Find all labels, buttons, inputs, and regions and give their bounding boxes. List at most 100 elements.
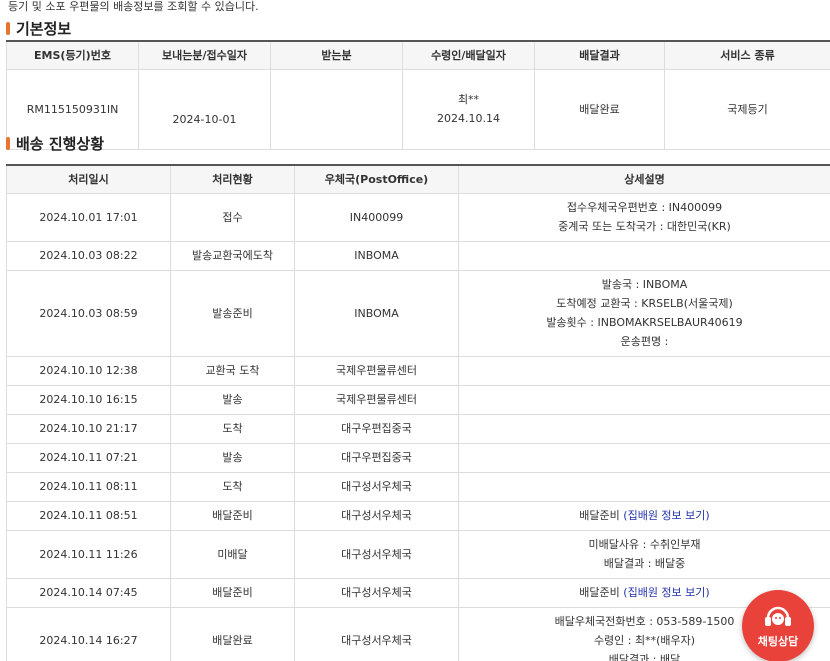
progress-title: 배송 진행상황 bbox=[6, 133, 104, 154]
datetime-cell: 2024.10.03 08:59 bbox=[6, 269, 171, 357]
progress-title-text: 배송 진행상황 bbox=[16, 135, 105, 153]
detail-line: 중계국 또는 도착국가 : 대한민국(KR) bbox=[558, 220, 731, 233]
table-row: 2024.10.01 17:01 접수 IN400099 접수우체국우편번호 : IN… bbox=[6, 192, 830, 242]
headset-icon bbox=[765, 606, 791, 626]
intro-text: 등기 및 소포 우편물의 배송정보를 조회할 수 있습니다. bbox=[8, 0, 259, 13]
title-bar-marker bbox=[6, 22, 10, 35]
detail-text: 배달준비 bbox=[579, 586, 620, 599]
table-row: 2024.10.03 08:22 발송교환국에도착 INBOMA bbox=[6, 240, 830, 271]
office-cell: 대구성서우체국 bbox=[294, 471, 459, 502]
header-service: 서비스 종류 bbox=[664, 40, 830, 70]
header-detail: 상세설명 bbox=[458, 164, 830, 194]
table-row: 2024.10.10 21:17 도착 대구우편집중국 bbox=[6, 413, 830, 444]
header-office: 우체국(PostOffice) bbox=[294, 164, 459, 194]
office-cell: 대구성서우체국 bbox=[294, 529, 459, 579]
chat-consult-button[interactable]: 채팅상담 bbox=[742, 590, 814, 661]
progress-table-body: 2024.10.01 17:01 접수 IN400099 접수우체국우편번호 : IN… bbox=[6, 192, 830, 661]
datetime-cell: 2024.10.11 11:26 bbox=[6, 529, 171, 579]
service-type: 국제등기 bbox=[664, 68, 830, 150]
detail-line: 배달결과 : 배달중 bbox=[603, 557, 686, 570]
office-cell: INBOMA bbox=[294, 240, 459, 271]
status-cell: 도착 bbox=[170, 413, 295, 444]
basic-info-table: EMS(등기)번호 보내는분/접수일자 받는분 수령인/배달일자 배달결과 서비… bbox=[6, 40, 830, 150]
carrier-info-link[interactable]: (집배원 정보 보기) bbox=[623, 586, 709, 599]
recipient-name: 최** bbox=[457, 93, 480, 106]
detail-line: 미배달사유 : 수취인부재 bbox=[588, 538, 701, 551]
detail-line: 접수우체국우편번호 : IN400099 bbox=[566, 201, 723, 214]
status-cell: 배달준비 bbox=[170, 500, 295, 531]
office-cell: 대구성서우체국 bbox=[294, 500, 459, 531]
detail-cell bbox=[458, 240, 830, 271]
datetime-cell: 2024.10.11 08:51 bbox=[6, 500, 171, 531]
status-cell: 발송 bbox=[170, 384, 295, 415]
basic-info-title-text: 기본정보 bbox=[16, 20, 72, 38]
header-datetime: 처리일시 bbox=[6, 164, 171, 194]
detail-cell bbox=[458, 384, 830, 415]
header-result: 배달결과 bbox=[534, 40, 665, 70]
status-cell: 도착 bbox=[170, 471, 295, 502]
office-cell: 대구성서우체국 bbox=[294, 577, 459, 608]
title-bar-marker bbox=[6, 137, 10, 150]
sender-date-cell: 2024-10-01 bbox=[138, 68, 271, 150]
header-recipient-date: 수령인/배달일자 bbox=[402, 40, 535, 70]
detail-cell: 배달준비 (집배원 정보 보기) bbox=[458, 500, 830, 531]
datetime-cell: 2024.10.11 08:11 bbox=[6, 471, 171, 502]
header-sender-date: 보내는분/접수일자 bbox=[138, 40, 271, 70]
detail-cell: 발송국 : INBOMA 도착예정 교환국 : KRSELB(서울국제) 발송횟수 … bbox=[458, 269, 830, 357]
status-cell: 교환국 도착 bbox=[170, 355, 295, 386]
datetime-cell: 2024.10.10 12:38 bbox=[6, 355, 171, 386]
datetime-cell: 2024.10.10 21:17 bbox=[6, 413, 171, 444]
status-cell: 발송 bbox=[170, 442, 295, 473]
chat-consult-label: 채팅상담 bbox=[757, 635, 799, 648]
table-row: 2024.10.10 12:38 교환국 도착 국제우편물류센터 bbox=[6, 355, 830, 386]
detail-line: 배달준비 (집배원 정보 보기) bbox=[459, 506, 830, 525]
detail-line: 운송편명 : bbox=[620, 335, 669, 348]
table-row: 2024.10.11 11:26 미배달 대구성서우체국 미배달사유 : 수취인부재 배… bbox=[6, 529, 830, 579]
progress-table: 처리일시 처리현황 우체국(PostOffice) 상세설명 2024.10.0… bbox=[6, 164, 830, 661]
header-tracking-no: EMS(등기)번호 bbox=[6, 40, 139, 70]
office-cell: INBOMA bbox=[294, 269, 459, 357]
status-cell: 접수 bbox=[170, 192, 295, 242]
office-cell: 대구우편집중국 bbox=[294, 413, 459, 444]
basic-info-title: 기본정보 bbox=[6, 18, 71, 39]
office-cell: 대구성서우체국 bbox=[294, 606, 459, 661]
detail-cell: 접수우체국우편번호 : IN400099 중계국 또는 도착국가 : 대한민국(K… bbox=[458, 192, 830, 242]
detail-line: 발송국 : INBOMA bbox=[601, 278, 688, 291]
table-row: 2024.10.14 07:45 배달준비 대구성서우체국 배달준비 (집배원 정보 … bbox=[6, 577, 830, 608]
table-row: 2024.10.11 08:11 도착 대구성서우체국 bbox=[6, 471, 830, 502]
status-cell: 발송준비 bbox=[170, 269, 295, 357]
detail-line: 도착예정 교환국 : KRSELB(서울국제) bbox=[556, 297, 733, 310]
detail-text: 배달준비 bbox=[579, 509, 620, 522]
detail-cell bbox=[458, 355, 830, 386]
status-cell: 미배달 bbox=[170, 529, 295, 579]
datetime-cell: 2024.10.03 08:22 bbox=[6, 240, 171, 271]
carrier-info-link[interactable]: (집배원 정보 보기) bbox=[623, 509, 709, 522]
table-row: 2024.10.10 16:15 발송 국제우편물류센터 bbox=[6, 384, 830, 415]
recipient-date: 2024.10.14 bbox=[437, 112, 500, 125]
detail-cell bbox=[458, 471, 830, 502]
delivery-result: 배달완료 bbox=[534, 68, 665, 150]
recipient-cell: 최** 2024.10.14 bbox=[402, 68, 535, 150]
table-row: 2024.10.03 08:59 발송준비 INBOMA 발송국 : INBOMA 도착… bbox=[6, 269, 830, 357]
datetime-cell: 2024.10.14 07:45 bbox=[6, 577, 171, 608]
office-cell: 대구우편집중국 bbox=[294, 442, 459, 473]
detail-cell bbox=[458, 413, 830, 444]
header-receiver: 받는분 bbox=[270, 40, 403, 70]
receiver-cell bbox=[270, 68, 403, 150]
table-row: 2024.10.11 07:21 발송 대구우편집중국 bbox=[6, 442, 830, 473]
datetime-cell: 2024.10.10 16:15 bbox=[6, 384, 171, 415]
sender-date: 2024-10-01 bbox=[172, 112, 237, 126]
office-cell: 국제우편물류센터 bbox=[294, 384, 459, 415]
detail-cell: 미배달사유 : 수취인부재배달결과 : 배달중 bbox=[458, 529, 830, 579]
status-cell: 배달완료 bbox=[170, 606, 295, 661]
status-cell: 배달준비 bbox=[170, 577, 295, 608]
detail-line: 발송횟수 : INBOMAKRSELBAUR40619 bbox=[546, 316, 743, 329]
header-status: 처리현황 bbox=[170, 164, 295, 194]
table-row: 2024.10.11 08:51 배달준비 대구성서우체국 배달준비 (집배원 정보 … bbox=[6, 500, 830, 531]
datetime-cell: 2024.10.01 17:01 bbox=[6, 192, 171, 242]
detail-cell bbox=[458, 442, 830, 473]
status-cell: 발송교환국에도착 bbox=[170, 240, 295, 271]
office-cell: IN400099 bbox=[294, 192, 459, 242]
office-cell: 국제우편물류센터 bbox=[294, 355, 459, 386]
table-row: 2024.10.14 16:27 배달완료 대구성서우체국 배달우체국전화번호 : 0… bbox=[6, 606, 830, 661]
